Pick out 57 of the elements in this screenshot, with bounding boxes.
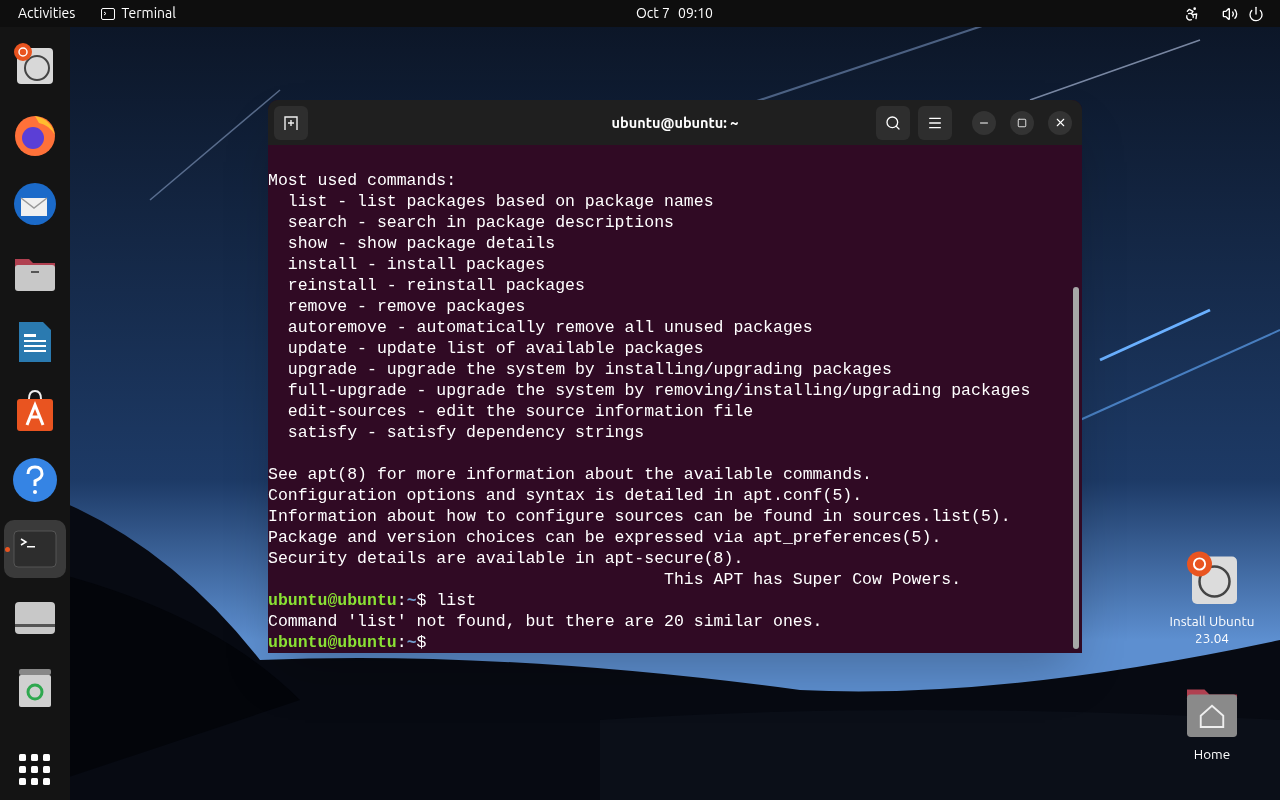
terminal-output-line: This APT has Super Cow Powers.	[663, 569, 963, 590]
search-button[interactable]	[876, 105, 910, 140]
terminal-output-line: Command 'list' not found, but there are 20 similar ones.	[268, 611, 824, 632]
clock[interactable]: Oct 7 09:10	[636, 3, 713, 24]
mail-icon	[11, 180, 59, 228]
terminal-icon	[101, 7, 116, 20]
terminal-output-line: Most used commands:	[268, 170, 458, 191]
terminal-output-line: Configuration options and syntax is detailed in apt.conf(5).	[268, 485, 864, 506]
desktop-icon[interactable]: Install Ubuntu 23.04	[1162, 549, 1262, 647]
new-tab-icon	[283, 114, 299, 131]
terminal-output-line: search - search in package descriptions	[286, 212, 675, 233]
time-text: 09:10	[678, 4, 713, 23]
prompt-user: ubuntu@ubuntu	[268, 590, 397, 611]
terminal-output-line: Information about how to configure sources can be found in sources.list(5).	[268, 506, 1012, 527]
maximize-button[interactable]	[1010, 110, 1034, 135]
command-text: list	[436, 590, 477, 611]
minimize-button[interactable]	[972, 110, 996, 135]
search-icon	[885, 114, 901, 131]
terminal-output-line: list - list packages based on package names	[286, 191, 715, 212]
app-menu[interactable]: Terminal	[101, 3, 176, 24]
menu-button[interactable]	[918, 105, 952, 140]
terminal-output-line: remove - remove packages	[286, 296, 527, 317]
terminal-output-line: Security details are available in apt-secure(8).	[268, 548, 745, 569]
help-icon	[11, 456, 59, 504]
desktop-icon[interactable]: Home	[1162, 682, 1262, 763]
maximize-icon	[1017, 117, 1027, 128]
date-text: Oct 7	[636, 4, 670, 23]
volume-icon[interactable]	[1222, 5, 1238, 22]
terminal-output-line: reinstall - reinstall packages	[286, 275, 586, 296]
terminal-output-line: upgrade - upgrade the system by installing/upgrading packages	[286, 359, 893, 380]
prompt-separator: :	[396, 590, 407, 611]
terminal-output-line: See apt(8) for more information about the available commands.	[268, 464, 873, 485]
prompt-path: ~	[406, 632, 417, 653]
terminal-output-line: Package and version choices can be expressed via apt_preferences(5).	[268, 527, 943, 548]
close-button[interactable]	[1048, 110, 1072, 135]
terminal-output-line: install - install packages	[286, 254, 547, 275]
terminal-output-line: full-upgrade - upgrade the system by removing/installing/upgrading packages	[286, 380, 1032, 401]
terminal-output-line: update - update list of available packages	[286, 338, 705, 359]
activities-button[interactable]: Activities	[10, 3, 84, 24]
prompt-sign: $	[416, 632, 427, 653]
terminal-output-line: autoremove - automatically remove all unused packages	[286, 317, 814, 338]
prompt-user: ubuntu@ubuntu	[268, 632, 397, 653]
prompt-sign: $	[416, 590, 427, 611]
new-tab-button[interactable]	[274, 105, 308, 140]
terminal-output-line: edit-sources - edit the source information file	[286, 401, 755, 422]
app-grid-icon	[17, 752, 53, 788]
accessibility-icon[interactable]	[1184, 5, 1200, 22]
prompt-path: ~	[406, 590, 417, 611]
desktop-icon-label: Home	[1193, 746, 1231, 763]
window-title: ubuntu@ubuntu: ~	[611, 112, 739, 133]
desktop-icon-label: Install Ubuntu 23.04	[1168, 613, 1256, 647]
scrollbar[interactable]	[1073, 287, 1079, 649]
terminal-output-line: show - show package details	[286, 233, 557, 254]
prompt-separator: :	[396, 632, 407, 653]
running-indicator	[5, 547, 10, 552]
power-icon[interactable]	[1248, 5, 1264, 22]
terminal-output-line: satisfy - satisfy dependency strings	[286, 422, 646, 443]
